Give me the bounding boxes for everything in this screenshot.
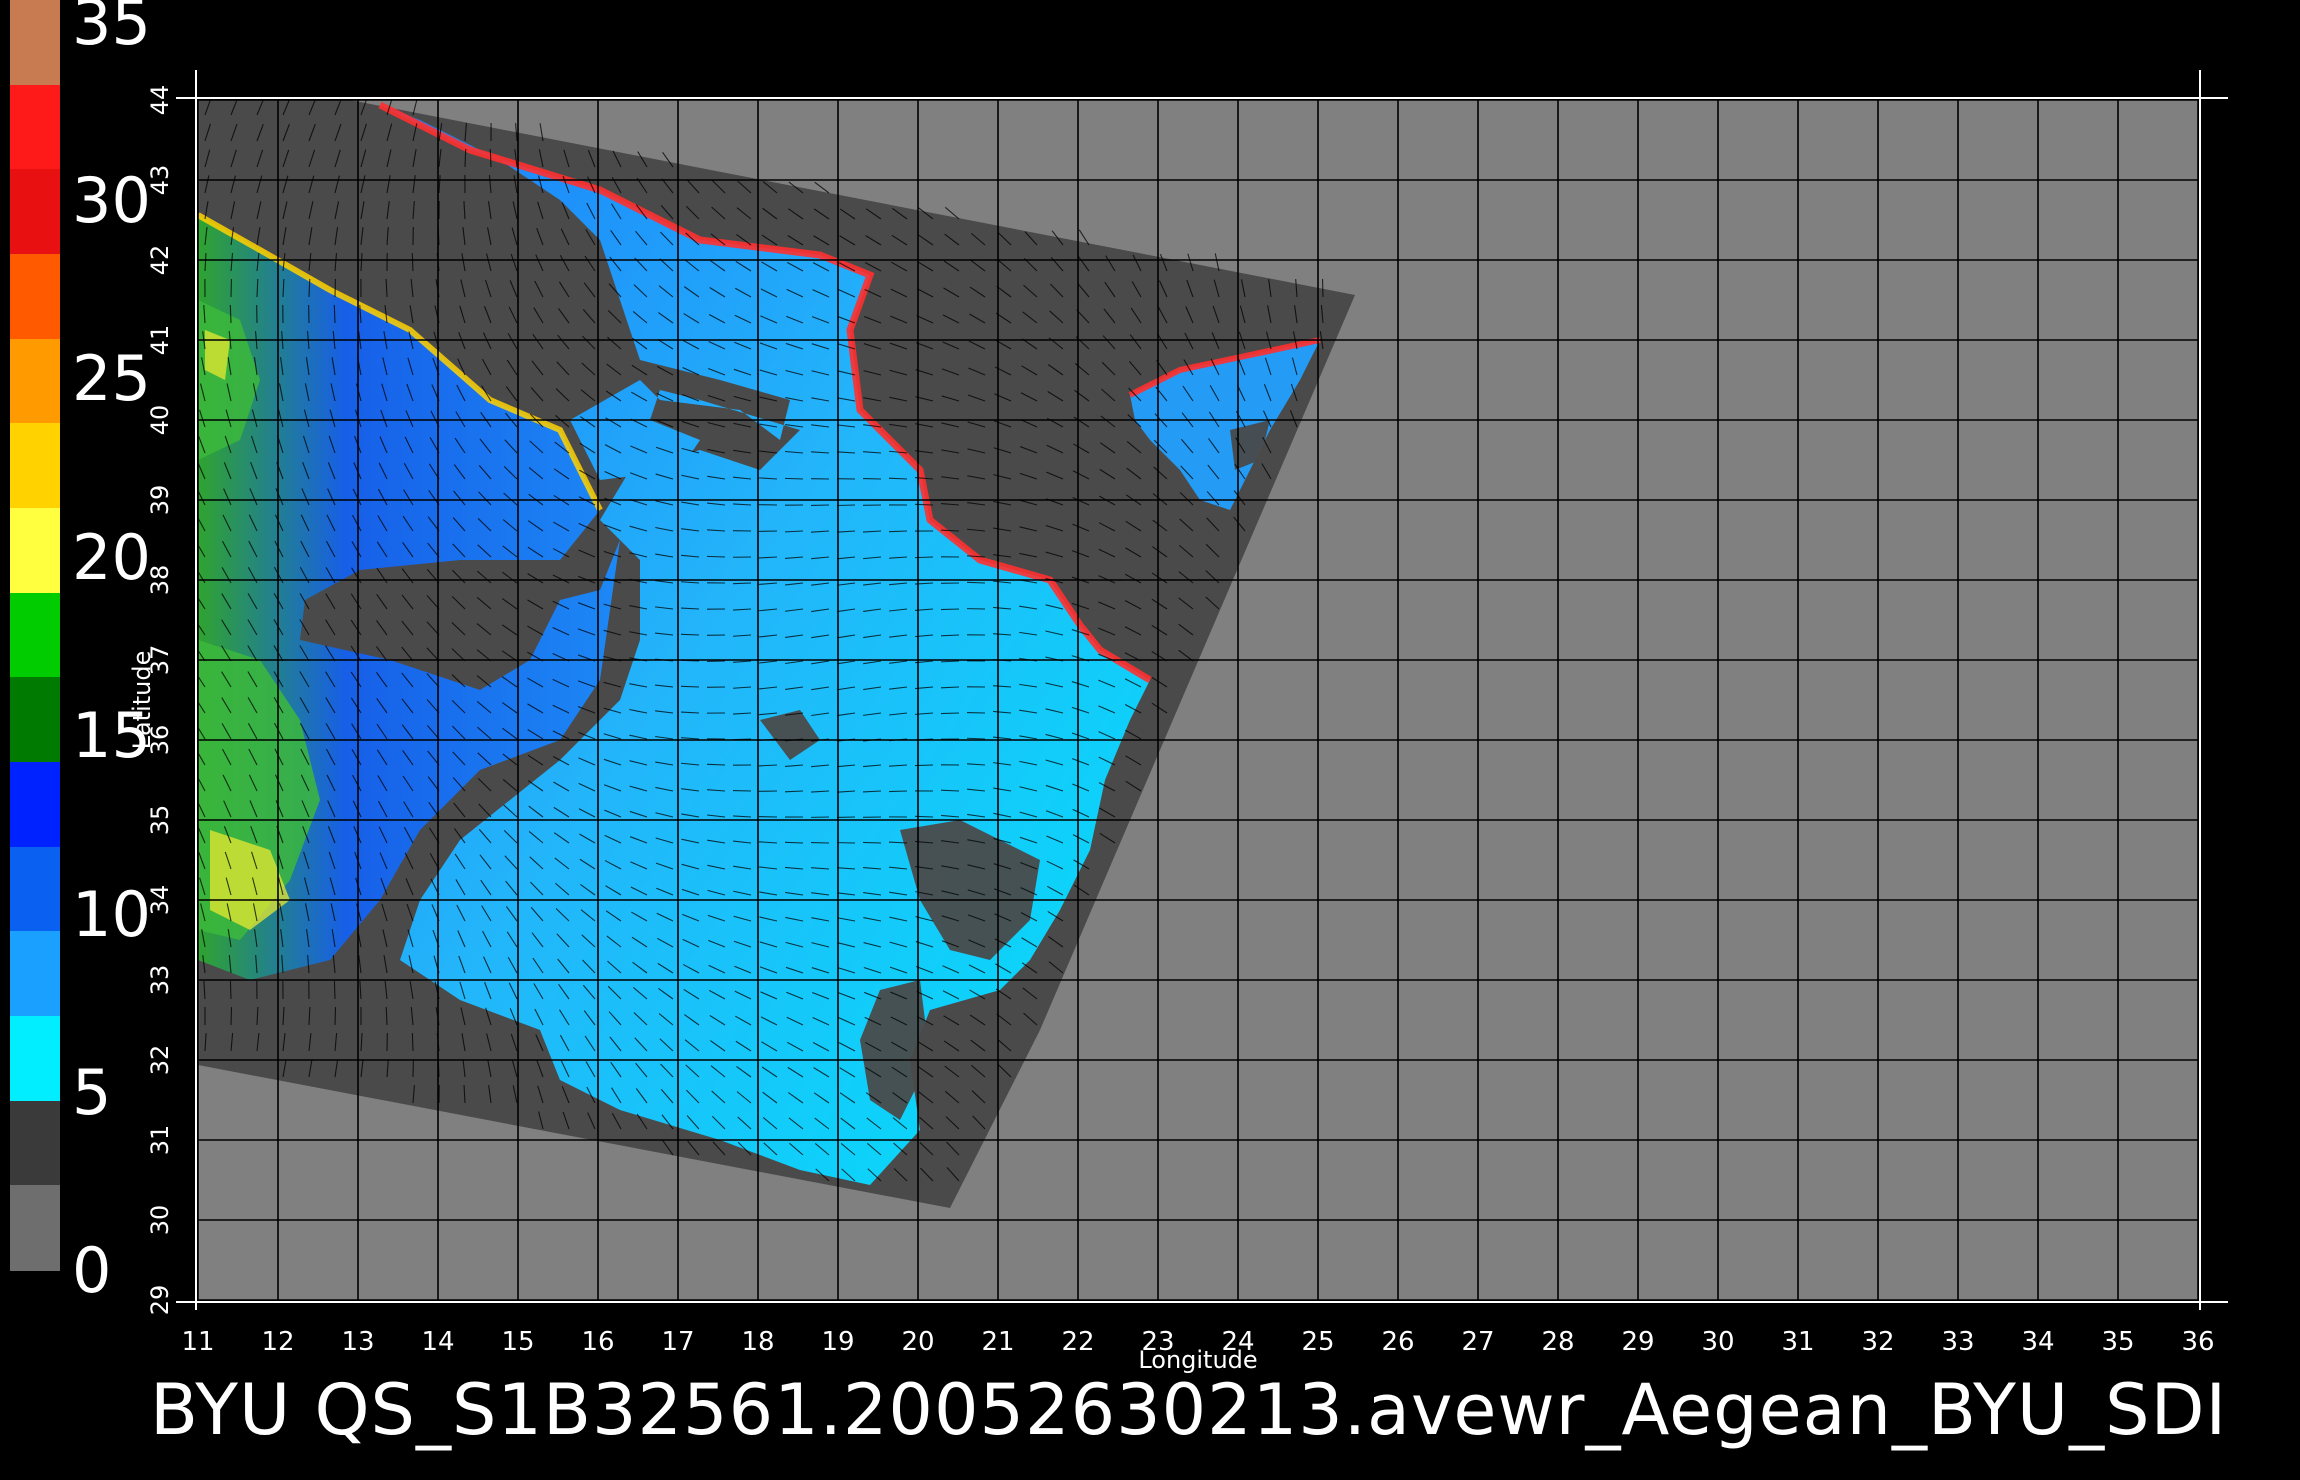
wind-vector bbox=[333, 980, 336, 1000]
latitude-tick-label: 33 bbox=[146, 965, 174, 996]
wind-vector bbox=[333, 304, 336, 324]
wind-vector bbox=[888, 790, 908, 793]
longitude-tick-label: 36 bbox=[2181, 1327, 2214, 1357]
wind-vector bbox=[229, 304, 232, 324]
longitude-tick-label: 35 bbox=[2101, 1327, 2134, 1357]
wind-vector bbox=[489, 148, 492, 168]
latitude-tick-label: 41 bbox=[146, 325, 174, 356]
wind-vector bbox=[308, 278, 311, 298]
wind-vector bbox=[836, 504, 856, 507]
longitude-tick-label: 22 bbox=[1061, 1327, 1094, 1357]
wind-vector bbox=[334, 1006, 337, 1026]
wind-vector bbox=[706, 763, 726, 766]
latitude-tick-label: 29 bbox=[146, 1285, 174, 1316]
latitude-tick-label: 39 bbox=[146, 485, 174, 516]
wind-vector bbox=[229, 980, 232, 1000]
latitude-tick-label: 30 bbox=[146, 1205, 174, 1236]
latitude-tick-label: 43 bbox=[146, 165, 174, 196]
longitude-tick-label: 16 bbox=[581, 1327, 614, 1357]
wind-vector bbox=[732, 582, 752, 585]
wind-vector bbox=[940, 712, 960, 715]
longitude-tick-label: 11 bbox=[181, 1327, 214, 1357]
longitude-tick-label: 21 bbox=[981, 1327, 1014, 1357]
wind-speed-map-figure: 35 30 25 20 15 10 5 0 11 12 13 14 15 16 … bbox=[0, 0, 2300, 1480]
longitude-tick-label: 26 bbox=[1381, 1327, 1414, 1357]
longitude-tick-label: 15 bbox=[501, 1327, 534, 1357]
wind-vector bbox=[888, 530, 908, 533]
image-caption: BYU QS_S1B32561.20052630213.avewr_Aegean… bbox=[150, 1369, 2228, 1451]
longitude-tick-label: 13 bbox=[341, 1327, 374, 1357]
longitude-tick-label: 28 bbox=[1541, 1327, 1574, 1357]
wind-vector bbox=[940, 529, 960, 532]
latitude-tick-label: 31 bbox=[146, 1125, 174, 1156]
wind-vector bbox=[966, 581, 986, 584]
latitude-tick-label: 34 bbox=[146, 885, 174, 916]
wind-vector bbox=[411, 252, 414, 272]
latitude-tick-label: 35 bbox=[146, 805, 174, 836]
latitude-tick-label: 44 bbox=[146, 85, 174, 116]
wind-vector bbox=[680, 685, 700, 688]
longitude-tick-label: 29 bbox=[1621, 1327, 1654, 1357]
longitude-tick-label: 17 bbox=[661, 1327, 694, 1357]
wind-vector bbox=[784, 841, 804, 844]
longitude-tick-label: 27 bbox=[1461, 1327, 1494, 1357]
latitude-tick-label: 40 bbox=[146, 405, 174, 436]
wind-vector bbox=[862, 841, 882, 844]
longitude-tick-label: 25 bbox=[1301, 1327, 1334, 1357]
wind-vector bbox=[966, 737, 986, 740]
wind-vector bbox=[784, 477, 804, 480]
longitude-tick-label: 18 bbox=[741, 1327, 774, 1357]
longitude-tick-label: 12 bbox=[261, 1327, 294, 1357]
wind-vector bbox=[940, 608, 960, 611]
wind-vector bbox=[464, 148, 467, 168]
longitude-tick-label: 20 bbox=[901, 1327, 934, 1357]
longitude-tick-label: 19 bbox=[821, 1327, 854, 1357]
wind-vector bbox=[385, 1006, 388, 1026]
longitude-tick-label: 33 bbox=[1941, 1327, 1974, 1357]
wind-vector bbox=[680, 633, 700, 636]
longitude-tick-label: 30 bbox=[1701, 1327, 1734, 1357]
map-plot: 11 12 13 14 15 16 17 18 19 20 21 22 23 24 25 26 27 28 29 30… bbox=[128, 70, 2228, 1374]
longitude-tick-label: 32 bbox=[1861, 1327, 1894, 1357]
latitude-tick-label: 32 bbox=[146, 1045, 174, 1076]
latitude-tick-label: 42 bbox=[146, 245, 174, 276]
wind-vector bbox=[230, 1006, 233, 1026]
longitude-tick-label: 31 bbox=[1781, 1327, 1814, 1357]
wind-vector bbox=[706, 555, 726, 558]
latitude-tick-label: 38 bbox=[146, 565, 174, 596]
wind-vector bbox=[256, 278, 259, 298]
longitude-tick-label: 34 bbox=[2021, 1327, 2054, 1357]
y-axis-label: Latitude bbox=[128, 651, 156, 750]
wind-vector bbox=[411, 1032, 414, 1052]
longitude-tick-label: 14 bbox=[421, 1327, 454, 1357]
